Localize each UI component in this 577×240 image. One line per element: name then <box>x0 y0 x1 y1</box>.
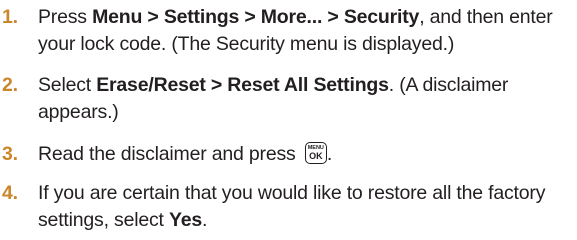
step-text: Select Erase/Reset > Reset All Settings.… <box>38 72 573 126</box>
step-number: 3. <box>2 143 18 165</box>
step-text-intro: Press <box>38 6 93 28</box>
step-number: 1. <box>2 6 18 28</box>
step-number: 2. <box>2 74 18 96</box>
menu-ok-key-icon: MENU OK <box>304 142 327 164</box>
step-text: Read the disclaimer and press MENU OK. <box>38 141 573 168</box>
instruction-steps: 1. Press Menu > Settings > More... > Sec… <box>0 0 577 240</box>
step-text-rest: . <box>326 143 333 165</box>
menu-option: Yes <box>169 209 203 231</box>
key-label-bottom: OK <box>309 151 323 161</box>
step-text-intro: Select <box>38 74 97 96</box>
step-text: Press Menu > Settings > More... > Securi… <box>38 4 573 58</box>
step-text-intro: If you are certain that you would like t… <box>38 182 546 231</box>
step-text-rest: . <box>202 209 208 231</box>
menu-path: Erase/Reset > Reset All Settings <box>96 74 389 96</box>
step-text: If you are certain that you would like t… <box>38 180 573 234</box>
step-number: 4. <box>2 182 18 204</box>
menu-path: Menu > Settings > More... > Security <box>92 6 420 28</box>
step-text-intro: Read the disclaimer and press <box>38 143 301 165</box>
